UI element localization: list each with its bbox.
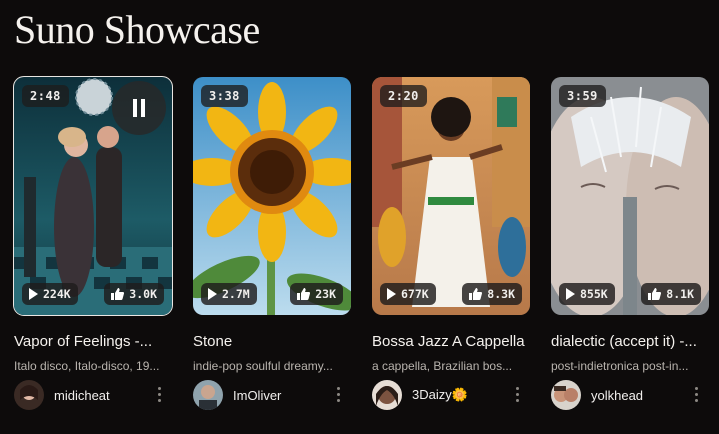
- song-cover[interactable]: 3:38 2.7M 23K: [193, 77, 351, 315]
- more-options-button[interactable]: [158, 387, 162, 402]
- song-title[interactable]: Stone: [193, 333, 351, 350]
- duration-badge: 2:48: [22, 85, 69, 107]
- song-author[interactable]: 3Daizy🌼: [372, 379, 530, 411]
- pause-icon: [133, 99, 137, 117]
- play-count: 855K: [580, 287, 608, 301]
- song-genre: indie-pop soulful dreamy...: [193, 359, 333, 373]
- username[interactable]: ImOliver: [233, 388, 281, 403]
- like-count: 3.0K: [129, 287, 157, 301]
- page-title: Suno Showcase: [14, 7, 260, 52]
- username[interactable]: 3Daizy🌼: [412, 387, 468, 403]
- pause-button[interactable]: [112, 81, 166, 135]
- more-vertical-icon: [516, 387, 519, 390]
- more-vertical-icon: [695, 387, 698, 390]
- like-count: 23K: [315, 287, 336, 301]
- play-count-button[interactable]: 855K: [559, 283, 615, 305]
- play-count: 2.7M: [222, 287, 250, 301]
- like-button[interactable]: 3.0K: [104, 283, 164, 305]
- song-author[interactable]: yolkhead: [551, 379, 709, 411]
- duration-badge: 3:59: [559, 85, 606, 107]
- song-author[interactable]: ImOliver: [193, 379, 351, 411]
- more-options-button[interactable]: [516, 387, 520, 402]
- username[interactable]: yolkhead: [591, 388, 643, 403]
- username[interactable]: midicheat: [54, 388, 110, 403]
- play-icon: [29, 288, 38, 300]
- song-cover[interactable]: 3:59 855K 8.1K: [551, 77, 709, 315]
- song-card[interactable]: 3:59 855K 8.1K dialectic (accept it) -..…: [551, 77, 709, 410]
- like-count: 8.1K: [666, 287, 694, 301]
- song-title[interactable]: Bossa Jazz A Cappella: [372, 333, 530, 350]
- cover-art-sunflower: [193, 77, 351, 315]
- play-icon: [387, 288, 396, 300]
- song-author[interactable]: midicheat: [14, 379, 172, 411]
- play-count-button[interactable]: 677K: [380, 283, 436, 305]
- song-genre: Italo disco, Italo-disco, 19...: [14, 359, 160, 373]
- like-count: 8.3K: [487, 287, 515, 301]
- like-button[interactable]: 8.1K: [641, 283, 701, 305]
- song-cover[interactable]: 2:48 224K 3.0K: [13, 76, 173, 316]
- more-vertical-icon: [337, 387, 340, 390]
- song-title[interactable]: dialectic (accept it) -...: [551, 333, 709, 350]
- song-title[interactable]: Vapor of Feelings -...: [14, 333, 172, 350]
- play-count: 224K: [43, 287, 71, 301]
- duration-badge: 2:20: [380, 85, 427, 107]
- play-icon: [208, 288, 217, 300]
- song-card[interactable]: 2:48 224K 3.0K Vapor of Feelings -... It…: [13, 76, 173, 410]
- more-vertical-icon: [158, 387, 161, 390]
- thumbs-up-icon: [648, 288, 662, 300]
- song-cover[interactable]: 2:20 677K 8.3K: [372, 77, 530, 315]
- song-genre: post-indietronica post-in...: [551, 359, 689, 373]
- avatar[interactable]: [193, 380, 223, 410]
- cover-art-dancers: [372, 77, 530, 315]
- cover-art-faces: [551, 77, 709, 315]
- song-genre: a cappella, Brazilian bos...: [372, 359, 513, 373]
- avatar[interactable]: [551, 380, 581, 410]
- like-button[interactable]: 8.3K: [462, 283, 522, 305]
- play-count-button[interactable]: 224K: [22, 283, 78, 305]
- play-count-button[interactable]: 2.7M: [201, 283, 257, 305]
- thumbs-up-icon: [111, 288, 125, 300]
- more-options-button[interactable]: [337, 387, 341, 402]
- play-icon: [566, 288, 575, 300]
- duration-badge: 3:38: [201, 85, 248, 107]
- thumbs-up-icon: [469, 288, 483, 300]
- song-card[interactable]: 3:38 2.7M 23K Stone indie-pop soulful dr…: [193, 77, 351, 410]
- play-count: 677K: [401, 287, 429, 301]
- thumbs-up-icon: [297, 288, 311, 300]
- like-button[interactable]: 23K: [290, 283, 343, 305]
- song-card[interactable]: 2:20 677K 8.3K Bossa Jazz A Cappella a c…: [372, 77, 530, 410]
- more-options-button[interactable]: [695, 387, 699, 402]
- avatar[interactable]: [14, 380, 44, 410]
- avatar[interactable]: [372, 380, 402, 410]
